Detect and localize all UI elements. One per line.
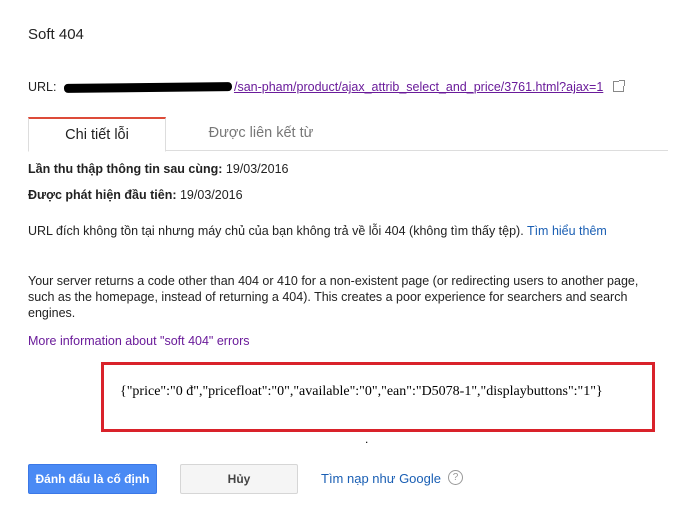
tab-bar: Chi tiết lỗi Được liên kết từ bbox=[28, 117, 668, 152]
help-icon[interactable]: ? bbox=[448, 470, 463, 485]
more-info-link[interactable]: More information about "soft 404" errors bbox=[28, 334, 249, 348]
response-json: {"price":"0 đ","pricefloat":"0","availab… bbox=[120, 384, 603, 399]
fetch-as-google-link[interactable]: Tìm nạp như Google bbox=[321, 471, 441, 486]
response-highlight-box: {"price":"0 đ","pricefloat":"0","availab… bbox=[101, 362, 655, 432]
external-link-icon[interactable] bbox=[612, 80, 625, 92]
cancel-button[interactable]: Hủy bbox=[180, 464, 298, 494]
description-vi-text: URL đích không tồn tại nhưng máy chủ của… bbox=[28, 224, 524, 238]
learn-more-link[interactable]: Tìm hiểu thêm bbox=[527, 224, 607, 238]
url-label: URL: bbox=[28, 80, 57, 94]
page-title: Soft 404 bbox=[28, 26, 84, 43]
mark-as-fixed-button[interactable]: Đánh dấu là cố định bbox=[28, 464, 157, 494]
first-detected-row: Được phát hiện đầu tiên: 19/03/2016 bbox=[28, 188, 243, 202]
url-redaction bbox=[63, 82, 233, 94]
description-en: Your server returns a code other than 40… bbox=[28, 274, 639, 320]
tab-linked-from[interactable]: Được liên kết từ bbox=[176, 117, 346, 150]
stray-dot: . bbox=[365, 432, 369, 446]
last-crawled-label: Lần thu thập thông tin sau cùng: bbox=[28, 162, 223, 176]
url-row: URL: /san-pham/product/ajax_attrib_selec… bbox=[28, 80, 625, 94]
first-detected-value: 19/03/2016 bbox=[179, 188, 243, 202]
first-detected-label: Được phát hiện đầu tiên: bbox=[28, 188, 177, 202]
tab-error-details[interactable]: Chi tiết lỗi bbox=[28, 117, 166, 152]
url-link[interactable]: /san-pham/product/ajax_attrib_select_and… bbox=[234, 80, 603, 94]
description-vi: URL đích không tồn tại nhưng máy chủ của… bbox=[28, 224, 607, 238]
last-crawled-row: Lần thu thập thông tin sau cùng: 19/03/2… bbox=[28, 162, 288, 176]
last-crawled-value: 19/03/2016 bbox=[225, 162, 289, 176]
